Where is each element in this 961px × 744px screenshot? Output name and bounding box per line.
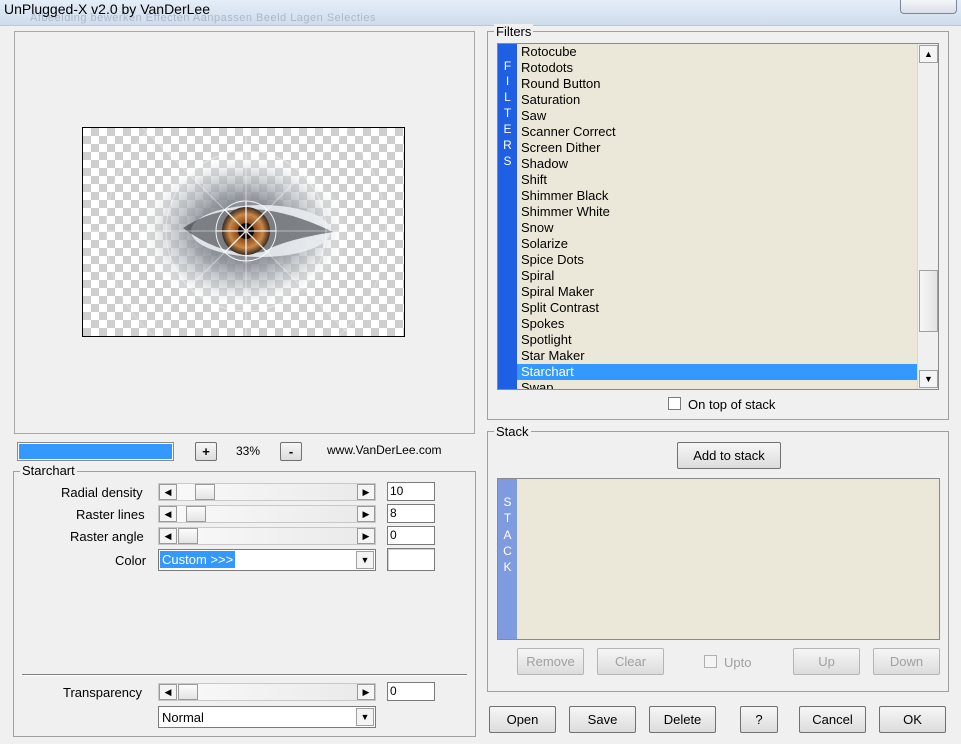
remove-button[interactable]: Remove (517, 648, 584, 675)
stack-band-letter: A (503, 528, 512, 542)
slider-thumb[interactable] (178, 528, 198, 544)
open-button[interactable]: Open (489, 706, 556, 733)
filter-list-item[interactable]: Starchart (517, 364, 917, 380)
slider-right-arrow-icon[interactable]: ▶ (357, 684, 375, 700)
color-dropdown[interactable]: Custom >>> ▼ (158, 549, 376, 571)
filter-settings-title: Starchart (20, 463, 77, 478)
radial-density-slider[interactable]: ◀ ▶ (158, 483, 376, 501)
ok-button[interactable]: OK (879, 706, 946, 733)
zoom-level: 33% (236, 444, 261, 458)
upto-label: Upto (724, 655, 752, 670)
filter-list-item[interactable]: Spice Dots (517, 252, 917, 268)
stack-list[interactable] (497, 478, 940, 640)
blend-mode-value: Normal (162, 710, 204, 725)
chevron-down-icon[interactable]: ▼ (356, 708, 374, 726)
filter-list-item[interactable]: Spokes (517, 316, 917, 332)
stack-band-letter: K (503, 560, 512, 574)
on-top-checkbox[interactable] (668, 397, 681, 410)
filter-list-item[interactable]: Shadow (517, 156, 917, 172)
add-to-stack-button[interactable]: Add to stack (677, 442, 781, 469)
raster-angle-value[interactable]: 0 (387, 526, 435, 545)
scroll-up-icon[interactable]: ▲ (919, 45, 938, 63)
progress-fill (19, 444, 172, 459)
stack-band-letter: S (503, 495, 512, 509)
transparency-label: Transparency (63, 685, 142, 700)
upto-checkbox[interactable] (704, 655, 717, 668)
slider-left-arrow-icon[interactable]: ◀ (159, 506, 177, 522)
filter-list-item[interactable]: Snow (517, 220, 917, 236)
slider-left-arrow-icon[interactable]: ◀ (159, 528, 177, 544)
chevron-down-icon[interactable]: ▼ (356, 551, 374, 569)
filter-list-item[interactable]: Saturation (517, 92, 917, 108)
divider (22, 674, 467, 676)
scrollbar-thumb[interactable] (919, 270, 938, 332)
blend-mode-dropdown[interactable]: Normal ▼ (158, 706, 376, 728)
slider-left-arrow-icon[interactable]: ◀ (159, 684, 177, 700)
filter-list-item[interactable]: Spiral Maker (517, 284, 917, 300)
delete-button[interactable]: Delete (649, 706, 716, 733)
zoom-out-button[interactable]: - (280, 442, 302, 461)
raster-angle-slider[interactable]: ◀ ▶ (158, 527, 376, 545)
filter-list-item[interactable]: Split Contrast (517, 300, 917, 316)
slider-thumb[interactable] (178, 684, 198, 700)
color-dropdown-value: Custom >>> (160, 551, 236, 568)
filter-list-item[interactable]: Rotodots (517, 60, 917, 76)
color-swatch[interactable] (387, 548, 435, 571)
transparency-slider[interactable]: ◀ ▶ (158, 683, 376, 701)
color-label: Color (115, 553, 147, 568)
on-top-label: On top of stack (688, 397, 776, 412)
filter-list-item[interactable]: Screen Dither (517, 140, 917, 156)
filter-list-item[interactable]: Shimmer Black (517, 188, 917, 204)
filter-list-item[interactable]: Star Maker (517, 348, 917, 364)
help-button[interactable]: ? (740, 706, 778, 733)
stack-band: S T A C K (498, 479, 517, 639)
raster-lines-value[interactable]: 8 (387, 504, 435, 523)
save-button[interactable]: Save (569, 706, 636, 733)
slider-thumb[interactable] (186, 506, 206, 522)
raster-lines-slider[interactable]: ◀ ▶ (158, 505, 376, 523)
filter-list-item[interactable]: Scanner Correct (517, 124, 917, 140)
param-label-radial-density: Radial density (61, 485, 143, 500)
param-label-raster-lines: Raster lines (76, 507, 145, 522)
filter-list-item[interactable]: Round Button (517, 76, 917, 92)
slider-thumb[interactable] (195, 484, 215, 500)
cancel-button[interactable]: Cancel (799, 706, 866, 733)
up-button[interactable]: Up (793, 648, 860, 675)
slider-right-arrow-icon[interactable]: ▶ (357, 484, 375, 500)
stack-band-letter: T (503, 511, 512, 525)
radial-density-value[interactable]: 10 (387, 482, 435, 501)
filter-list-item[interactable]: Saw (517, 108, 917, 124)
filter-list-item[interactable]: Rotocube (517, 44, 917, 60)
transparency-value[interactable]: 0 (387, 682, 435, 701)
filter-list-scrollbar[interactable] (917, 44, 938, 389)
param-label-raster-angle: Raster angle (70, 529, 144, 544)
filter-list-item[interactable]: Spotlight (517, 332, 917, 348)
slider-left-arrow-icon[interactable]: ◀ (159, 484, 177, 500)
filter-list-item[interactable]: Spiral (517, 268, 917, 284)
filter-list-item[interactable]: Solarize (517, 236, 917, 252)
filter-list-item[interactable]: Swap (517, 380, 917, 389)
zoom-in-button[interactable]: + (195, 442, 217, 461)
filter-list-item[interactable]: Shift (517, 172, 917, 188)
website-link[interactable]: www.VanDerLee.com (327, 443, 442, 457)
slider-right-arrow-icon[interactable]: ▶ (357, 528, 375, 544)
down-button[interactable]: Down (873, 648, 940, 675)
stack-band-letter: C (503, 544, 512, 558)
slider-right-arrow-icon[interactable]: ▶ (357, 506, 375, 522)
progress-bar (17, 442, 174, 461)
scroll-down-icon[interactable]: ▼ (919, 370, 938, 388)
stack-group-title: Stack (494, 424, 531, 439)
clear-button[interactable]: Clear (597, 648, 664, 675)
filter-list-item[interactable]: Shimmer White (517, 204, 917, 220)
